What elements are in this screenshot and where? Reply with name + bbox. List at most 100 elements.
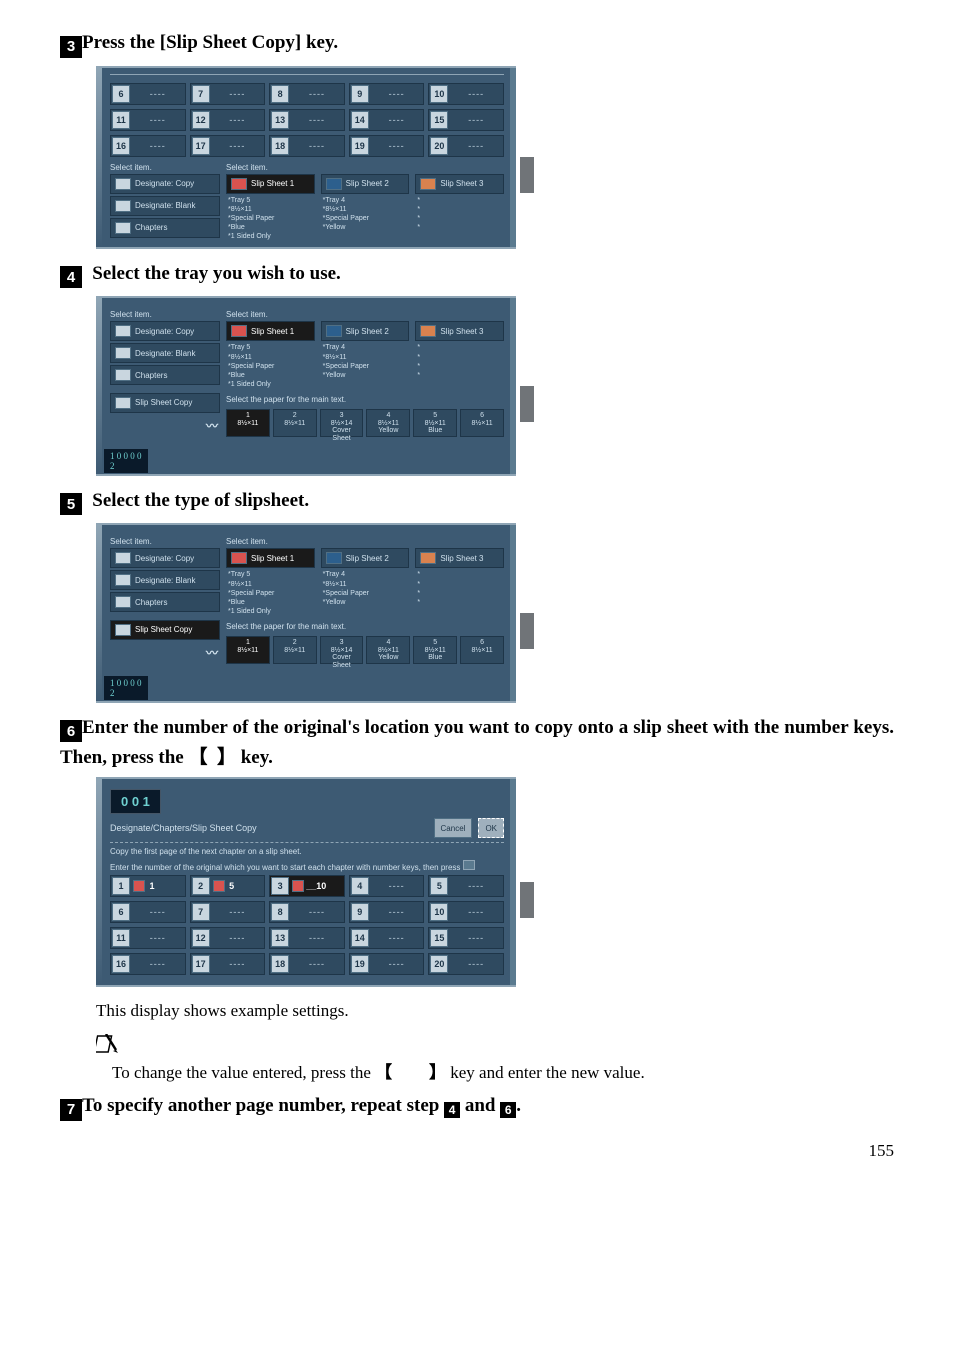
grid-cell[interactable]: 9---- bbox=[349, 83, 425, 105]
designate-blank-btn[interactable]: Designate: Blank bbox=[110, 196, 220, 216]
step-3-key: [Slip Sheet Copy] bbox=[160, 32, 301, 53]
screenshot-3: Select item. Designate: Copy Designate: … bbox=[96, 523, 516, 702]
select-item-label: Select item. bbox=[110, 308, 220, 321]
slip-sheet-3-btn[interactable]: Slip Sheet 3 bbox=[415, 321, 504, 341]
page-number: 155 bbox=[60, 1141, 894, 1161]
instruction-line-1: Copy the first page of the next chapter … bbox=[110, 847, 504, 857]
designate-copy-btn[interactable]: Designate: Copy bbox=[110, 548, 220, 568]
ref-step-4: 4 bbox=[444, 1102, 460, 1118]
tray-5-btn[interactable]: 58½×11Blue bbox=[413, 409, 457, 437]
grid-cell[interactable]: 17---- bbox=[190, 953, 266, 975]
grid-cell[interactable]: 6---- bbox=[110, 901, 186, 923]
chapter-1-cell[interactable]: 1 1 bbox=[110, 875, 186, 897]
select-paper-label: Select the paper for the main text. bbox=[226, 393, 504, 406]
chapter-2-cell[interactable]: 2 5 bbox=[190, 875, 266, 897]
grid-cell[interactable]: 14---- bbox=[349, 927, 425, 949]
select-item-label: Select item. bbox=[226, 308, 315, 321]
tilde-icon: 〰 bbox=[206, 646, 218, 660]
tray-2-btn[interactable]: 28½×11 bbox=[273, 409, 317, 437]
tray-3-btn[interactable]: 38½×14Cover Sheet bbox=[320, 409, 364, 437]
slip-sheet-copy-btn[interactable]: Slip Sheet Copy bbox=[110, 620, 220, 640]
example-settings-text: This display shows example settings. bbox=[96, 1001, 894, 1021]
step-6-num: 6 bbox=[60, 720, 82, 742]
grid-cell[interactable]: 13---- bbox=[269, 109, 345, 131]
slip-sheet-1-info: *Tray 5*8½×11*Special Paper*Blue*1 Sided… bbox=[226, 196, 315, 241]
grid-cell[interactable]: 11---- bbox=[110, 109, 186, 131]
slip-sheet-2-btn[interactable]: Slip Sheet 2 bbox=[321, 321, 410, 341]
slip-sheet-1-btn[interactable]: Slip Sheet 1 bbox=[226, 174, 315, 194]
tray-1-btn[interactable]: 18½×11 bbox=[226, 636, 270, 664]
slip-sheet-copy-btn[interactable]: Slip Sheet Copy bbox=[110, 393, 220, 413]
ok-button[interactable]: OK bbox=[478, 818, 504, 838]
grid-cell[interactable]: 12---- bbox=[190, 109, 266, 131]
grid-cell[interactable]: 12---- bbox=[190, 927, 266, 949]
designate-copy-btn[interactable]: Designate: Copy bbox=[110, 321, 220, 341]
grid-cell[interactable]: 19---- bbox=[349, 135, 425, 157]
grid-cell[interactable]: 18---- bbox=[269, 135, 345, 157]
grid-cell[interactable]: 20---- bbox=[428, 135, 504, 157]
bracket-l: 【 bbox=[188, 747, 207, 768]
grid-cell[interactable]: 14---- bbox=[349, 109, 425, 131]
tray-6-btn[interactable]: 68½×11 bbox=[460, 409, 504, 437]
slip-sheet-2-btn[interactable]: Slip Sheet 2 bbox=[321, 548, 410, 568]
grid-cell[interactable]: 9---- bbox=[349, 901, 425, 923]
designate-copy-btn[interactable]: Designate: Copy bbox=[110, 174, 220, 194]
step-5-num: 5 bbox=[60, 493, 82, 515]
grid-cell[interactable]: 5---- bbox=[428, 875, 504, 897]
slip-sheet-1-btn[interactable]: Slip Sheet 1 bbox=[226, 548, 315, 568]
step-3-suffix: key. bbox=[301, 32, 338, 53]
grid-cell[interactable]: 4---- bbox=[349, 875, 425, 897]
grid-cell[interactable]: 15---- bbox=[428, 109, 504, 131]
grid-cell[interactable]: 8---- bbox=[269, 901, 345, 923]
grid-cell[interactable]: 18---- bbox=[269, 953, 345, 975]
designate-blank-btn[interactable]: Designate: Blank bbox=[110, 343, 220, 363]
tray-2-btn[interactable]: 28½×11 bbox=[273, 636, 317, 664]
grid-cell[interactable]: 7---- bbox=[190, 83, 266, 105]
slip-sheet-2-btn[interactable]: Slip Sheet 2 bbox=[321, 174, 410, 194]
chapters-btn[interactable]: Chapters bbox=[110, 218, 220, 238]
grid-cell[interactable]: 13---- bbox=[269, 927, 345, 949]
step-7-num: 7 bbox=[60, 1099, 82, 1121]
select-item-label: Select item. bbox=[226, 161, 315, 174]
designate-blank-btn[interactable]: Designate: Blank bbox=[110, 570, 220, 590]
tray-3-btn[interactable]: 38½×14Cover Sheet bbox=[320, 636, 364, 664]
tray-6-btn[interactable]: 68½×11 bbox=[460, 636, 504, 664]
grid-cell[interactable]: 7---- bbox=[190, 901, 266, 923]
tray-5-btn[interactable]: 58½×11Blue bbox=[413, 636, 457, 664]
chapters-btn[interactable]: Chapters bbox=[110, 365, 220, 385]
chapter-3-cell[interactable]: 3__10 bbox=[269, 875, 345, 897]
grid-cell[interactable]: 20---- bbox=[428, 953, 504, 975]
tray-1-btn[interactable]: 18½×11 bbox=[226, 409, 270, 437]
screenshot-2: Select item. Designate: Copy Designate: … bbox=[96, 296, 516, 475]
counter-display: 1 0 0 0 02 bbox=[104, 449, 148, 473]
grid-cell[interactable]: 10---- bbox=[428, 901, 504, 923]
grid-cell[interactable]: 8---- bbox=[269, 83, 345, 105]
dot: . bbox=[516, 1095, 521, 1116]
counter-display: 1 0 0 0 02 bbox=[104, 676, 148, 700]
grid-cell[interactable]: 17---- bbox=[190, 135, 266, 157]
slip-sheet-3-btn[interactable]: Slip Sheet 3 bbox=[415, 174, 504, 194]
grid-cell[interactable]: 6---- bbox=[110, 83, 186, 105]
select-paper-label: Select the paper for the main text. bbox=[226, 620, 504, 633]
grid-cell[interactable]: 16---- bbox=[110, 953, 186, 975]
slip-sheet-2-info: *Tray 4*8½×11*Special Paper*Yellow bbox=[321, 343, 410, 379]
grid-cell[interactable]: 11---- bbox=[110, 927, 186, 949]
instruction-line-2: Enter the number of the original which y… bbox=[110, 860, 504, 873]
grid-cell[interactable]: 19---- bbox=[349, 953, 425, 975]
step-3-prefix: Press the bbox=[82, 32, 160, 53]
grid-cell[interactable]: 15---- bbox=[428, 927, 504, 949]
tray-4-btn[interactable]: 48½×11Yellow bbox=[366, 636, 410, 664]
step-7-text: To specify another page number, repeat s… bbox=[82, 1095, 444, 1116]
tray-4-btn[interactable]: 48½×11Yellow bbox=[366, 409, 410, 437]
ref-step-6: 6 bbox=[500, 1102, 516, 1118]
slip-sheet-3-info: **** bbox=[415, 196, 504, 232]
tilde-icon: 〰 bbox=[206, 419, 218, 433]
cancel-button[interactable]: Cancel bbox=[434, 818, 473, 838]
slip-sheet-1-btn[interactable]: Slip Sheet 1 bbox=[226, 321, 315, 341]
note-text: To change the value entered, press the 【… bbox=[112, 1058, 894, 1083]
grid-cell[interactable]: 16---- bbox=[110, 135, 186, 157]
grid-cell[interactable]: 10---- bbox=[428, 83, 504, 105]
slip-sheet-3-btn[interactable]: Slip Sheet 3 bbox=[415, 548, 504, 568]
bracket-r: 】 bbox=[217, 747, 236, 768]
chapters-btn[interactable]: Chapters bbox=[110, 592, 220, 612]
